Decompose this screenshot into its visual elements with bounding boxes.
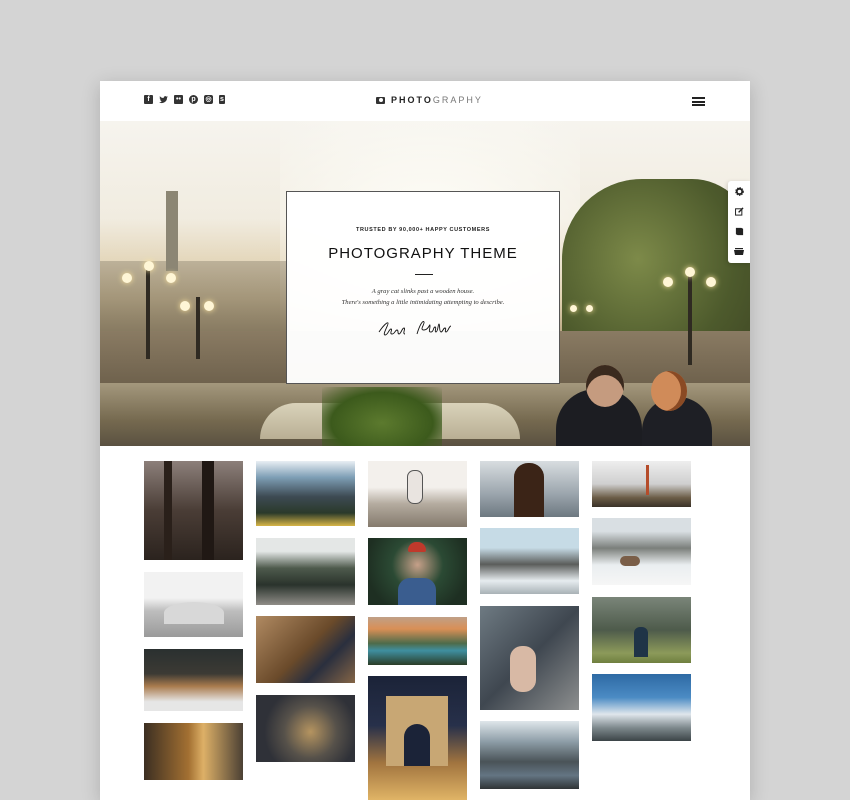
gallery-photo-woman-running[interactable] — [368, 461, 467, 527]
gallery-photo-person-forest[interactable] — [592, 597, 691, 663]
hero-title: PHOTOGRAPHY THEME — [328, 245, 518, 262]
gallery-photo-lake-sunset[interactable] — [368, 617, 467, 665]
site-logo[interactable]: PHOTOGRAPHY — [376, 95, 483, 105]
gallery-photo-woman-wind-hair[interactable] — [480, 461, 579, 517]
gallery-photo-red-hat-photographer[interactable] — [368, 538, 467, 605]
gallery-photo-skatepark[interactable] — [144, 572, 243, 637]
hero-description-line2: There's something a little intimidating … — [341, 299, 505, 306]
hero-card: TRUSTED BY 90,000+ HAPPY CUSTOMERS PHOTO… — [286, 191, 560, 384]
basket-icon[interactable] — [728, 241, 750, 261]
gallery-photo-forest-road-person[interactable] — [144, 723, 243, 780]
hero-description-line1: A gray cat slinks past a wooden house. — [371, 288, 475, 295]
gallery-photo-cloudy-peak[interactable] — [592, 674, 691, 741]
browser-page: f •• p ◎ s PHOTOGRAPHY TRUSTED BY 90,000… — [100, 81, 750, 800]
title-divider — [415, 274, 433, 275]
gallery-photo-snow-deer[interactable] — [592, 518, 691, 585]
gallery-photo-golden-gate-bridge[interactable] — [592, 461, 691, 507]
twitter-icon[interactable] — [159, 95, 168, 104]
gallery-photo-forest-road[interactable] — [256, 538, 355, 605]
hero-banner: TRUSTED BY 90,000+ HAPPY CUSTOMERS PHOTO… — [100, 121, 750, 446]
pinterest-icon[interactable]: p — [189, 95, 198, 104]
gallery-photo-mountain-lake[interactable] — [256, 461, 355, 526]
book-icon[interactable] — [728, 221, 750, 241]
gallery-photo-woman-sitting[interactable] — [256, 616, 355, 683]
gallery-photo-log-pile[interactable] — [144, 649, 243, 711]
edit-icon[interactable] — [728, 201, 750, 221]
gallery-photo-arc-de-triomphe[interactable] — [368, 676, 467, 800]
flickr-icon[interactable]: •• — [174, 95, 183, 104]
camera-icon — [376, 96, 385, 104]
instagram-icon[interactable]: ◎ — [204, 95, 213, 104]
gear-icon[interactable] — [728, 181, 750, 201]
foursquare-icon[interactable]: s — [219, 95, 225, 104]
gallery-photo-hands-flowers[interactable] — [256, 695, 355, 762]
hero-kicker: TRUSTED BY 90,000+ HAPPY CUSTOMERS — [356, 227, 490, 233]
top-navigation-bar: f •• p ◎ s PHOTOGRAPHY — [100, 81, 750, 122]
facebook-icon[interactable]: f — [144, 95, 153, 104]
signature-image — [378, 321, 452, 336]
gallery-photo-hand-rainy-glass[interactable] — [480, 606, 579, 710]
gallery-photo-misty-forest[interactable] — [144, 461, 243, 560]
brand-name: PHOTOGRAPHY — [391, 95, 483, 105]
side-tools-panel — [728, 181, 750, 263]
social-links: f •• p ◎ s — [144, 95, 225, 104]
hamburger-menu-icon[interactable] — [692, 97, 705, 106]
gallery-photo-snowy-burnt-trees[interactable] — [480, 528, 579, 594]
gallery-photo-river-valley[interactable] — [480, 721, 579, 789]
